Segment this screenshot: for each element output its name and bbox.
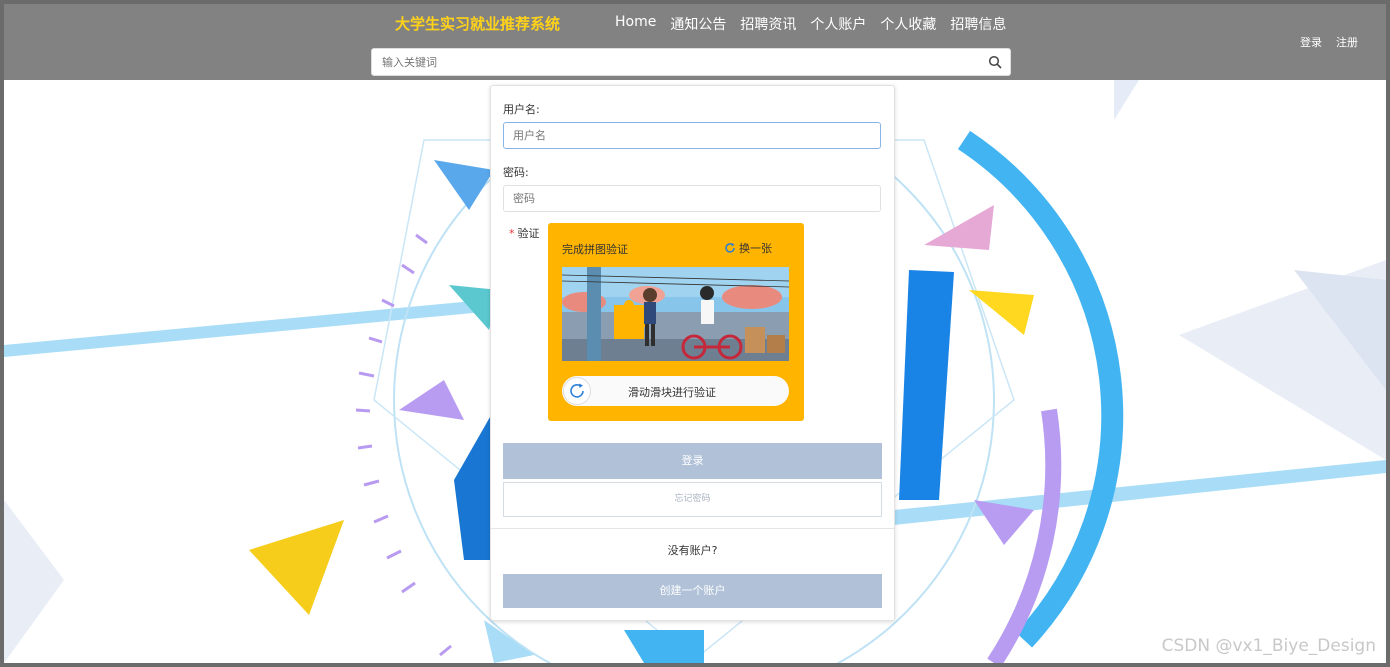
captcha-refresh-label: 换一张 bbox=[739, 242, 772, 255]
nav-home[interactable]: Home bbox=[615, 14, 656, 34]
main-nav: Home 通知公告 招聘资讯 个人账户 个人收藏 招聘信息 bbox=[615, 14, 1020, 34]
refresh-icon bbox=[725, 243, 735, 253]
captcha-panel: 完成拼图验证 换一张 滑动滑块进行验证 bbox=[548, 223, 804, 421]
login-card: 用户名: 密码: *验证 完成拼图验证 换一张 bbox=[490, 85, 895, 621]
header-login-link[interactable]: 登录 bbox=[1300, 34, 1322, 50]
captcha-slider-handle[interactable] bbox=[563, 377, 591, 405]
password-input[interactable] bbox=[503, 185, 881, 212]
top-navbar: 大学生实习就业推荐系统 Home 通知公告 招聘资讯 个人账户 个人收藏 招聘信… bbox=[4, 4, 1386, 80]
nav-recruit-news[interactable]: 招聘资讯 bbox=[740, 14, 796, 34]
card-divider bbox=[491, 528, 894, 529]
login-button[interactable]: 登录 bbox=[503, 443, 882, 479]
username-label: 用户名: bbox=[503, 103, 540, 116]
forgot-password-button[interactable]: 忘记密码 bbox=[503, 482, 882, 517]
search-icon[interactable] bbox=[988, 55, 1002, 69]
captcha-title: 完成拼图验证 bbox=[562, 243, 628, 256]
captcha-refresh-button[interactable]: 换一张 bbox=[724, 240, 772, 256]
refresh-icon bbox=[570, 383, 584, 398]
slider-instruction: 滑动滑块进行验证 bbox=[628, 386, 716, 399]
search-input[interactable] bbox=[372, 49, 972, 75]
captcha-label-text: 验证 bbox=[517, 227, 540, 240]
no-account-text: 没有账户? bbox=[667, 544, 718, 557]
nav-jobs[interactable]: 招聘信息 bbox=[950, 14, 1006, 34]
password-label: 密码: bbox=[503, 166, 529, 179]
site-brand[interactable]: 大学生实习就业推荐系统 bbox=[395, 13, 560, 34]
auth-links: 登录 注册 bbox=[1300, 34, 1358, 50]
header-register-link[interactable]: 注册 bbox=[1336, 34, 1358, 50]
captcha-label: * 验证 bbox=[509, 225, 540, 241]
username-input[interactable] bbox=[503, 122, 881, 149]
captcha-puzzle-image[interactable] bbox=[562, 267, 789, 361]
required-asterisk: * bbox=[509, 227, 515, 240]
nav-notices[interactable]: 通知公告 bbox=[670, 14, 726, 34]
watermark-text: CSDN @vx1_Biye_Design bbox=[1161, 636, 1376, 656]
create-account-button[interactable]: 创建一个账户 bbox=[503, 574, 882, 608]
nav-account[interactable]: 个人账户 bbox=[810, 14, 866, 34]
page-frame: 大学生实习就业推荐系统 Home 通知公告 招聘资讯 个人账户 个人收藏 招聘信… bbox=[4, 4, 1386, 663]
captcha-slider-track[interactable]: 滑动滑块进行验证 bbox=[562, 376, 789, 406]
nav-favorites[interactable]: 个人收藏 bbox=[880, 14, 936, 34]
search-bar bbox=[371, 48, 1011, 76]
